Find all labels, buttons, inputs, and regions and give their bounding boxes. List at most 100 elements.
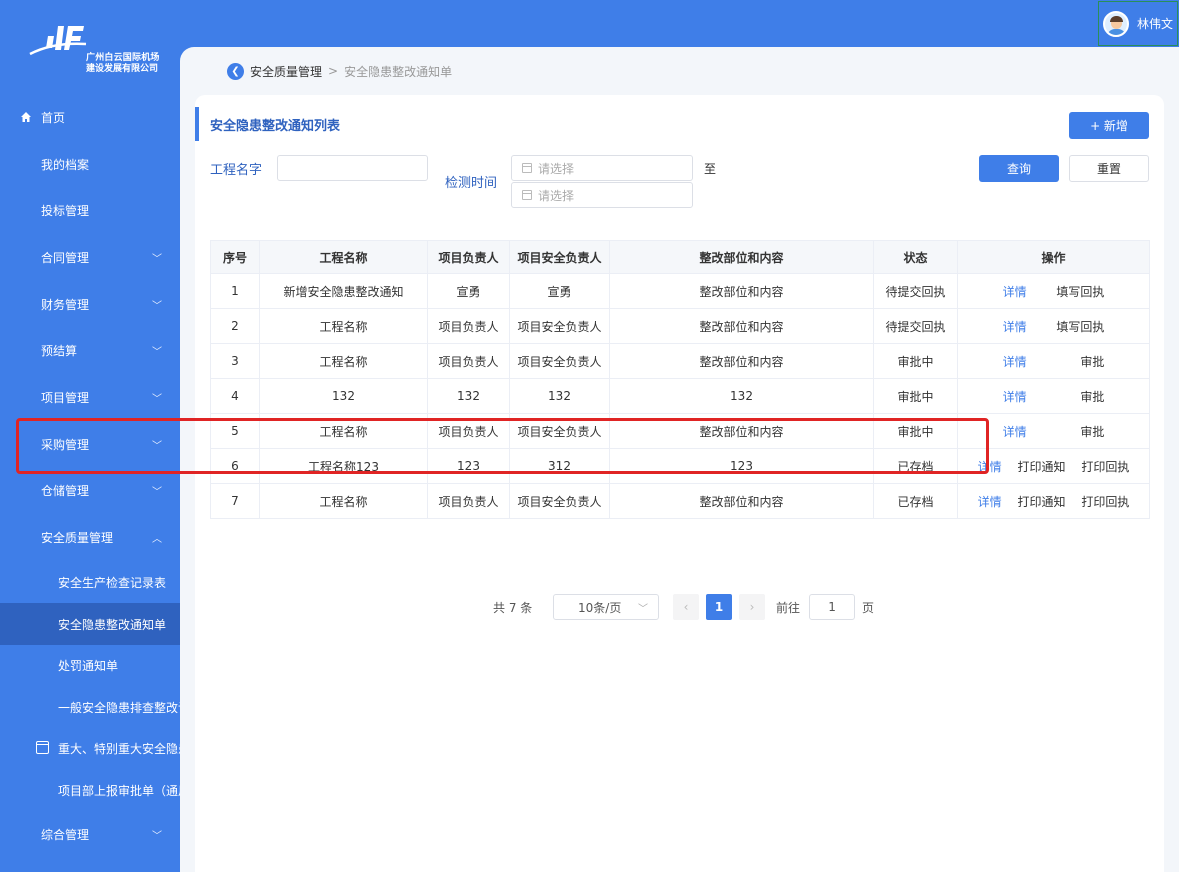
sidebar-item-label: 安全隐患整改通知单 [58, 617, 167, 632]
check-time-label: 检测时间 [445, 176, 498, 191]
project-name-label: 工程名字 [210, 163, 263, 178]
reset-button[interactable]: 重置 [1069, 155, 1149, 182]
detail-link[interactable]: 详情 [997, 423, 1033, 440]
sidebar-item-general-hazard[interactable]: 一般安全隐患排查整改记录 [0, 687, 180, 727]
end-date-picker[interactable]: 请选择 [511, 182, 693, 208]
cell-no: 2 [210, 308, 260, 344]
detail-link[interactable]: 详情 [997, 318, 1033, 335]
cell-leader: 132 [427, 378, 510, 414]
column-header: 状态 [873, 240, 958, 274]
cell-project-name: 新增安全隐患整改通知 [259, 273, 428, 309]
date-range-to-label: 至 [704, 162, 717, 176]
cell-no: 1 [210, 273, 260, 309]
cell-safety-leader: 项目安全负责人 [509, 413, 610, 449]
sidebar-item-label: 项目部上报审批单（通用） [58, 783, 180, 798]
cell-status: 已存档 [873, 483, 958, 519]
breadcrumb: ❮ 安全质量管理 > 安全隐患整改通知单 [227, 62, 452, 80]
column-header: 项目负责人 [427, 240, 510, 274]
sidebar-item-general-admin[interactable]: 综合管理 ﹀ [0, 814, 180, 854]
cell-actions: 详情 填写回执 [957, 308, 1150, 344]
fill-receipt-link[interactable]: 填写回执 [1050, 318, 1110, 335]
sidebar-item-bidding[interactable]: 投标管理 [0, 190, 180, 230]
sidebar-item-my-archive[interactable]: 我的档案 [0, 144, 180, 184]
sidebar-item-finance[interactable]: 财务管理 ﹀ [0, 284, 180, 324]
print-receipt-link[interactable]: 打印回执 [1075, 493, 1135, 510]
cell-project-name: 工程名称 [259, 308, 428, 344]
chevron-down-icon: ﹀ [638, 603, 648, 615]
column-header: 项目安全负责人 [509, 240, 610, 274]
cell-actions: 详情 审批 [957, 343, 1150, 379]
detail-link[interactable]: 详情 [972, 493, 1008, 510]
sidebar-item-storage[interactable]: 仓储管理 ﹀ [0, 470, 180, 510]
sidebar-item-label: 财务管理 [41, 297, 90, 312]
sidebar-item-penalty-notice[interactable]: 处罚通知单 [0, 645, 180, 685]
sidebar-item-project[interactable]: 项目管理 ﹀ [0, 377, 180, 417]
query-button[interactable]: 查询 [979, 155, 1059, 182]
page-number-button[interactable]: 1 [706, 594, 732, 620]
sidebar-item-project-approval[interactable]: 项目部上报审批单（通用） [0, 770, 180, 810]
cell-project-name: 工程名称 [259, 483, 428, 519]
prev-page-button[interactable]: ‹ [673, 594, 699, 620]
cell-content: 整改部位和内容 [609, 483, 874, 519]
detail-link[interactable]: 详情 [997, 283, 1033, 300]
table-row: 6 工程名称123 123 312 123 已存档 详情 打印通知 打印回执 [210, 448, 1150, 484]
user-menu[interactable]: 林伟文 [1098, 1, 1178, 46]
sidebar-item-label: 我的档案 [41, 157, 90, 172]
approve-link[interactable]: 审批 [1074, 423, 1110, 440]
fill-receipt-link[interactable]: 填写回执 [1050, 283, 1110, 300]
logo-line-2: 建设发展有限公司 [86, 64, 159, 74]
next-page-button[interactable]: › [739, 594, 765, 620]
cell-leader: 宣勇 [427, 273, 510, 309]
cell-actions: 详情 审批 [957, 378, 1150, 414]
sidebar-item-safety-quality[interactable]: 安全质量管理 ︿ [0, 517, 180, 557]
sidebar-item-label: 综合管理 [41, 827, 90, 842]
detail-link[interactable]: 详情 [997, 353, 1033, 370]
home-icon [21, 112, 31, 122]
approve-link[interactable]: 审批 [1074, 353, 1110, 370]
back-icon[interactable]: ❮ [227, 62, 244, 80]
sidebar-item-contract[interactable]: 合同管理 ﹀ [0, 237, 180, 277]
print-notice-link[interactable]: 打印通知 [1011, 493, 1071, 510]
calendar-icon [522, 163, 532, 173]
project-name-input[interactable] [277, 155, 428, 181]
detail-link[interactable]: 详情 [972, 458, 1008, 475]
cell-content: 整改部位和内容 [609, 308, 874, 344]
calendar-icon [522, 190, 532, 200]
sidebar-item-label: 采购管理 [41, 437, 90, 452]
main-content: ❮ 安全质量管理 > 安全隐患整改通知单 安全隐患整改通知列表 + 新增 工程名… [180, 47, 1179, 872]
table-row: 1 新增安全隐患整改通知 宣勇 宣勇 整改部位和内容 待提交回执 详情 填写回执 [210, 273, 1150, 309]
sidebar-item-label: 合同管理 [41, 250, 90, 265]
page-size-select[interactable]: 10条/页 ﹀ [553, 594, 659, 620]
breadcrumb-separator: > [328, 64, 339, 78]
sidebar-item-hazard-notice[interactable]: 安全隐患整改通知单 [0, 603, 180, 645]
column-header: 序号 [210, 240, 260, 274]
print-receipt-link[interactable]: 打印回执 [1075, 458, 1135, 475]
sidebar-item-major-hazard[interactable]: 重大、特别重大安全隐患排查整改记录 [0, 728, 180, 768]
add-button[interactable]: + 新增 [1069, 112, 1149, 139]
goto-page-input[interactable]: 1 [809, 594, 856, 620]
cell-safety-leader: 132 [509, 378, 610, 414]
sidebar-item-home[interactable]: 首页 [0, 97, 180, 137]
goto-label: 前往 [776, 600, 801, 615]
cell-content: 整改部位和内容 [609, 343, 874, 379]
page-title: 安全隐患整改通知列表 [195, 107, 340, 141]
sidebar-item-purchase[interactable]: 采购管理 ﹀ [0, 424, 180, 464]
cell-actions: 详情 填写回执 [957, 273, 1150, 309]
cell-no: 7 [210, 483, 260, 519]
cell-actions: 详情 审批 [957, 413, 1150, 449]
print-notice-link[interactable]: 打印通知 [1011, 458, 1071, 475]
table-row: 3 工程名称 项目负责人 项目安全负责人 整改部位和内容 审批中 详情 审批 [210, 343, 1150, 379]
detail-link[interactable]: 详情 [997, 388, 1033, 405]
approve-link[interactable]: 审批 [1074, 388, 1110, 405]
page-size-value: 10条/页 [578, 600, 622, 615]
column-header: 工程名称 [259, 240, 428, 274]
sidebar-item-safety-check-record[interactable]: 安全生产检查记录表 [0, 562, 180, 602]
page-suffix-label: 页 [862, 600, 875, 615]
start-date-picker[interactable]: 请选择 [511, 155, 693, 181]
sidebar-item-settlement[interactable]: 预结算 ﹀ [0, 330, 180, 370]
cell-project-name: 工程名称 [259, 413, 428, 449]
sidebar: 首页 我的档案 投标管理 合同管理 ﹀ 财务管理 ﹀ 预结算 ﹀ 项目管理 ﹀ … [0, 94, 180, 872]
breadcrumb-parent[interactable]: 安全质量管理 [250, 63, 322, 80]
sidebar-item-label: 安全质量管理 [41, 530, 114, 545]
chevron-up-icon: ︿ [152, 533, 162, 545]
